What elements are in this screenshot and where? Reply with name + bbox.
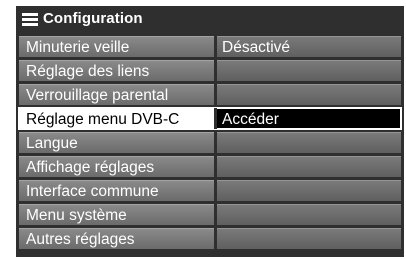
menu-item-label: Minuterie veille — [19, 36, 214, 57]
menu-item-value — [217, 204, 401, 225]
menu-item-autres-reglages[interactable]: Autres réglages — [19, 228, 401, 249]
menu-item-value — [217, 132, 401, 153]
menu-list-icon — [22, 13, 38, 26]
page-title: Configuration — [43, 10, 143, 27]
menu-item-value: Accéder — [217, 108, 401, 129]
panel-header: Configuration — [16, 6, 404, 32]
menu-item-verrouillage-parental[interactable]: Verrouillage parental — [19, 84, 401, 105]
menu-item-label: Réglage menu DVB-C — [19, 108, 214, 129]
menu-item-reglage-menu-dvb-c[interactable]: Réglage menu DVB-C Accéder — [18, 107, 402, 130]
menu-item-value — [217, 60, 401, 81]
menu-item-label: Langue — [19, 132, 214, 153]
menu-item-langue[interactable]: Langue — [19, 132, 401, 153]
menu-item-value — [217, 156, 401, 177]
menu-item-value — [217, 228, 401, 249]
configuration-panel: Configuration Minuterie veille Désactivé… — [16, 6, 404, 257]
menu-item-label: Menu système — [19, 204, 214, 225]
menu-item-affichage-reglages[interactable]: Affichage réglages — [19, 156, 401, 177]
menu-item-reglage-des-liens[interactable]: Réglage des liens — [19, 60, 401, 81]
menu-item-interface-commune[interactable]: Interface commune — [19, 180, 401, 201]
menu-item-label: Affichage réglages — [19, 156, 214, 177]
menu-item-value — [217, 180, 401, 201]
menu-item-label: Verrouillage parental — [19, 84, 214, 105]
menu-item-value: Désactivé — [217, 36, 401, 57]
menu-item-label: Interface commune — [19, 180, 214, 201]
menu-list: Minuterie veille Désactivé Réglage des l… — [18, 36, 402, 252]
menu-item-minuterie-veille[interactable]: Minuterie veille Désactivé — [19, 36, 401, 57]
menu-item-menu-systeme[interactable]: Menu système — [19, 204, 401, 225]
menu-item-label: Autres réglages — [19, 228, 214, 249]
menu-item-label: Réglage des liens — [19, 60, 214, 81]
menu-item-value — [217, 84, 401, 105]
